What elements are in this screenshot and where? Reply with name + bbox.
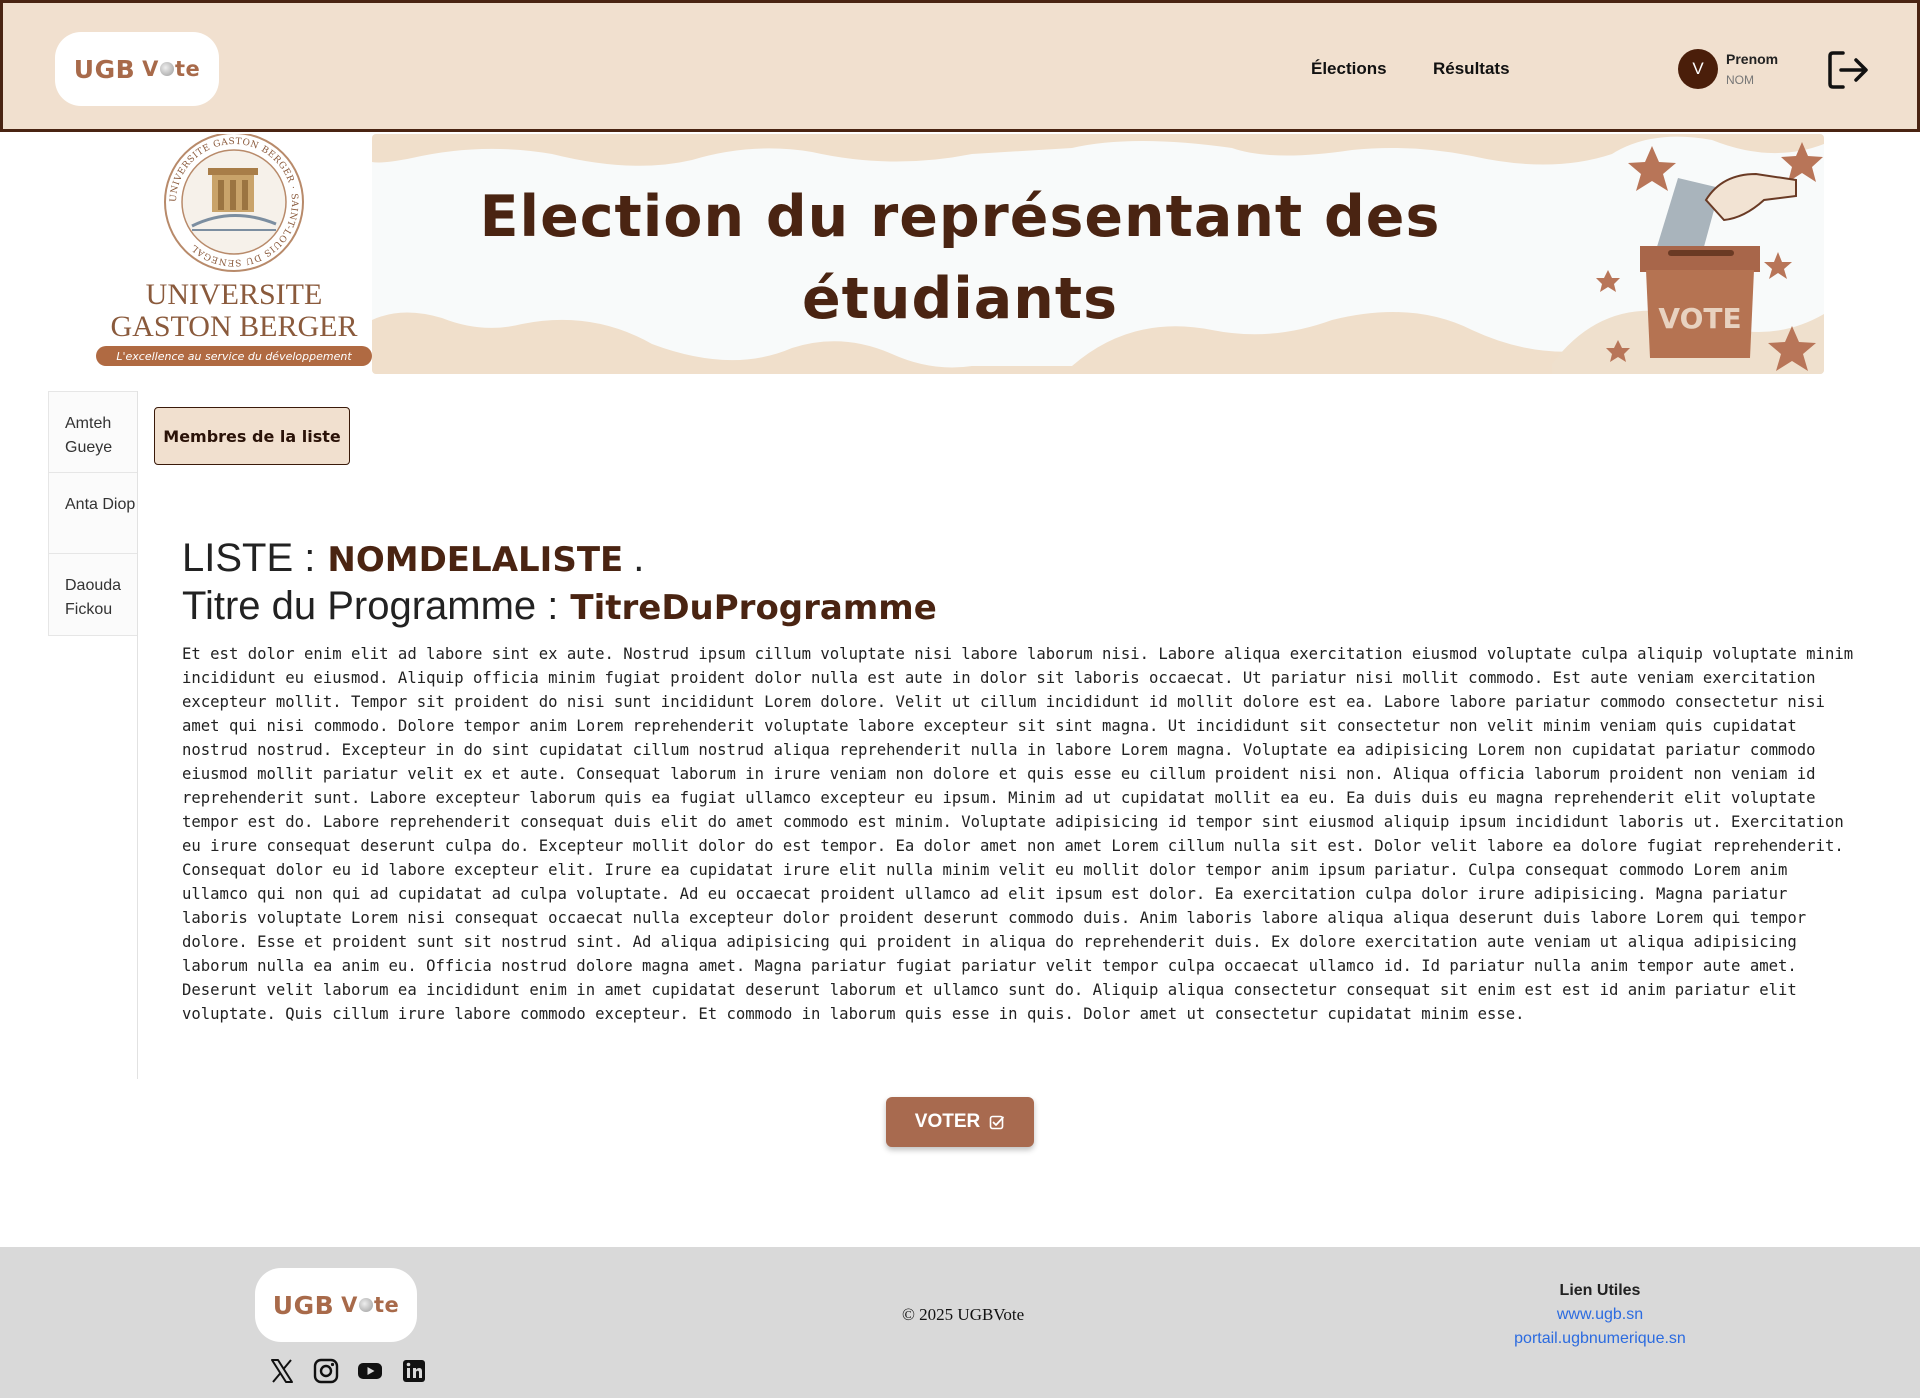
svg-text:GASTON BERGER: GASTON BERGER bbox=[111, 310, 358, 343]
liste-heading: LISTE : NOMDELALISTE . bbox=[182, 536, 644, 581]
nav-resultats-link[interactable]: Résultats bbox=[1433, 59, 1510, 79]
sidebar-divider bbox=[137, 391, 138, 1079]
liste-name: NOMDELALISTE bbox=[327, 540, 624, 580]
user-avatar[interactable]: V bbox=[1678, 49, 1718, 89]
top-header: UGB Vte Élections Résultats V Prenom NOM bbox=[0, 0, 1920, 132]
sidebar-item-amteh-gueye[interactable]: Amteh Gueye bbox=[49, 392, 137, 473]
programme-heading: Titre du Programme : TitreDuProgramme bbox=[182, 584, 937, 629]
page-footer: UGB Vte © 2025 UGBVote Lien Utiles www.u… bbox=[0, 1247, 1920, 1398]
user-first-name: Prenom bbox=[1726, 51, 1779, 67]
nav-elections-link[interactable]: Élections bbox=[1311, 59, 1387, 79]
header-logo[interactable]: UGB Vte bbox=[55, 32, 219, 106]
footer-logo-text: UGB Vte bbox=[272, 1290, 400, 1320]
footer-logo[interactable]: UGB Vte bbox=[255, 1268, 417, 1342]
sidebar-item-anta-diop[interactable]: Anta Diop bbox=[49, 473, 137, 554]
instagram-icon[interactable] bbox=[312, 1357, 340, 1385]
sidebar-item-daouda-fickou[interactable]: Daouda Fickou bbox=[49, 554, 137, 635]
x-icon[interactable] bbox=[268, 1357, 296, 1385]
svg-text:UNIVERSITE: UNIVERSITE bbox=[146, 278, 323, 311]
link-ugb-sn[interactable]: www.ugb.sn bbox=[1400, 1306, 1800, 1324]
ballot-ball-icon bbox=[358, 1298, 373, 1312]
election-title: Election du représentant des étudiants bbox=[479, 184, 1441, 332]
logo-text: UGB Vte bbox=[73, 54, 201, 84]
programme-title: TitreDuProgramme bbox=[570, 588, 937, 628]
social-links bbox=[268, 1357, 428, 1385]
user-last-name: NOM bbox=[1726, 73, 1754, 87]
linkedin-icon[interactable] bbox=[400, 1357, 428, 1385]
link-portail-ugbnumerique[interactable]: portail.ugbnumerique.sn bbox=[1400, 1330, 1800, 1348]
ugb-university-emblem: UNIVERSITE GASTON BERGER · SAINT-LOUIS D… bbox=[96, 134, 372, 366]
list-members-button[interactable]: Membres de la liste bbox=[154, 407, 350, 465]
programme-label: Titre du Programme : bbox=[182, 584, 559, 628]
useful-links-title: Lien Utiles bbox=[1559, 1282, 1641, 1299]
vote-button[interactable]: VOTER bbox=[886, 1097, 1034, 1147]
programme-description: Et est dolor enim elit ad labore sint ex… bbox=[182, 645, 1854, 1023]
liste-label: LISTE : bbox=[182, 536, 316, 580]
youtube-icon[interactable] bbox=[356, 1357, 384, 1385]
liste-suffix: . bbox=[633, 536, 645, 580]
candidate-sidebar: Amteh Gueye Anta Diop Daouda Fickou bbox=[48, 391, 138, 636]
ballot-ball-icon bbox=[159, 62, 174, 76]
copyright-text: © 2025 UGBVote bbox=[902, 1305, 1025, 1324]
vote-button-label: VOTER bbox=[914, 1111, 981, 1132]
ballot-box-label: VOTE bbox=[1658, 302, 1741, 335]
check-square-icon bbox=[989, 1115, 1005, 1130]
svg-text:L'excellence au service du dév: L'excellence au service du développement bbox=[116, 350, 352, 363]
logout-icon[interactable] bbox=[1825, 47, 1871, 93]
